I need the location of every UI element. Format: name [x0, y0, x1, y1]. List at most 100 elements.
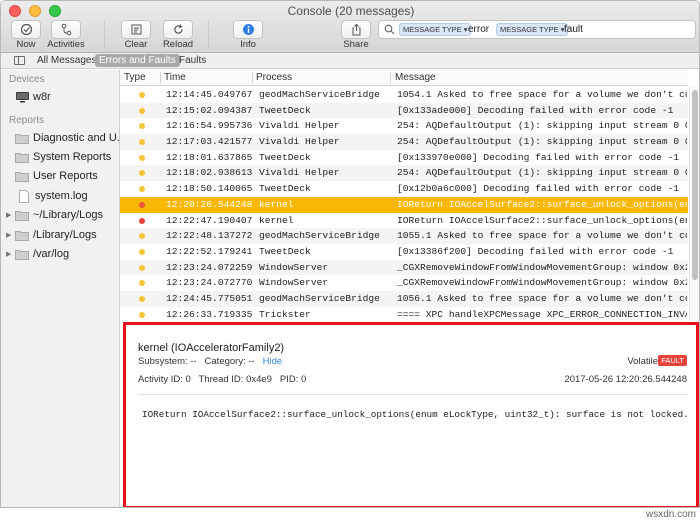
table-row[interactable]: 12:14:45.049767 geodMachServiceBridge 1054…	[120, 87, 688, 103]
cell-time: 12:23:24.072770	[166, 277, 253, 289]
disclosure-triangle-icon[interactable]: ▶	[6, 211, 15, 219]
cell-process: Vivaldi Helper	[259, 167, 340, 179]
sidebar-item-system-log[interactable]: system.log	[1, 187, 119, 205]
cell-time: 12:15:02.094387	[166, 104, 253, 116]
message-list-scrollbar[interactable]	[689, 87, 699, 321]
search-value-fault[interactable]: fault	[564, 24, 583, 35]
table-row[interactable]: 12:24:45.775051 geodMachServiceBridge 1056…	[120, 290, 688, 307]
now-label: Now	[16, 39, 36, 50]
filter-faults[interactable]: Faults	[175, 54, 210, 67]
table-row[interactable]: 12:15:02.094387 TweetDeck [0x133ade000] De…	[120, 102, 688, 119]
cell-message: 254: AQDefaultOutput (1): skipping input…	[397, 120, 687, 132]
hide-link[interactable]: Hide	[263, 356, 283, 367]
table-row[interactable]: 12:17:03.421577 Vivaldi Helper 254: AQDefa…	[120, 134, 688, 150]
sidebar-item-device[interactable]: w8r	[1, 88, 119, 106]
message-type-token[interactable]: MESSAGE TYPE ▾	[496, 23, 569, 36]
cell-time: 12:18:50.140065	[166, 183, 253, 195]
reload-button[interactable]	[163, 20, 193, 39]
cell-message: 254: AQDefaultOutput (1): skipping input…	[397, 136, 687, 148]
detail-message: IOReturn IOAccelSurface2::surface_unlock…	[142, 409, 689, 420]
cell-time: 12:22:48.137272	[166, 230, 253, 242]
cell-message: [0x12b0a6c000] Decoding failed with erro…	[397, 183, 680, 195]
reload-icon	[173, 24, 183, 34]
cell-time: 12:20:26.544248	[166, 198, 253, 210]
file-icon	[19, 189, 29, 203]
table-row[interactable]: 12:18:02.938613 Vivaldi Helper 254: AQDefa…	[120, 165, 688, 182]
clear-button[interactable]	[121, 20, 151, 39]
sidebar-toggle-icon[interactable]	[14, 56, 25, 65]
scrollbar-thumb[interactable]	[692, 90, 698, 280]
cell-time: 12:23:24.072259	[166, 261, 253, 273]
table-row[interactable]: 12:22:52.179241 TweetDeck [0x13386f200] De…	[120, 244, 688, 260]
cell-message: IOReturn IOAccelSurface2::surface_unlock…	[397, 214, 687, 226]
table-row[interactable]: 12:18:50.140065 TweetDeck [0x12b0a6c000] D…	[120, 181, 688, 197]
table-row[interactable]: 12:23:24.072770 WindowServer _CGXRemoveWin…	[120, 275, 688, 291]
info-label: Info	[240, 39, 256, 50]
column-header-type[interactable]: Type	[124, 72, 146, 83]
sidebar-item-user-library-logs[interactable]: ▶ ~/Library/Logs	[1, 206, 119, 224]
table-row[interactable]: 12:26:33.719335 Trickster ==== XPC handleX…	[120, 307, 688, 323]
column-header-process[interactable]: Process	[256, 72, 292, 83]
fault-badge: FAULT	[658, 355, 687, 366]
column-divider[interactable]	[390, 72, 391, 84]
column-header-time[interactable]: Time	[164, 72, 186, 83]
sidebar-item-system-reports[interactable]: System Reports	[1, 148, 119, 166]
cell-message: _CGXRemoveWindowFromWindowMovementGroup:…	[397, 277, 687, 289]
cell-time: 12:14:45.049767	[166, 89, 253, 100]
now-icon	[20, 23, 32, 36]
share-icon	[352, 23, 360, 36]
folder-icon	[15, 133, 29, 144]
search-value-error[interactable]: error	[468, 24, 489, 35]
table-row[interactable]: 12:18:01.637865 TweetDeck [0x133970e000] D…	[120, 150, 688, 166]
message-list: 12:14:45.049767 geodMachServiceBridge 1054…	[120, 87, 688, 322]
sidebar-item-var-log[interactable]: ▶ /var/log	[1, 245, 119, 263]
sidebar-item-label: ~/Library/Logs	[33, 209, 104, 221]
reports-header: Reports	[9, 115, 45, 126]
cell-process: WindowServer	[259, 261, 329, 273]
share-button[interactable]	[341, 20, 371, 39]
sidebar-item-label: system.log	[35, 190, 88, 202]
sidebar-item-label: System Reports	[33, 151, 112, 163]
info-icon	[242, 24, 254, 35]
disclosure-triangle-icon[interactable]: ▶	[6, 250, 15, 258]
activities-button[interactable]	[51, 20, 81, 39]
table-row[interactable]: 12:22:48.137272 geodMachServiceBridge 1055…	[120, 228, 688, 244]
column-divider[interactable]	[252, 72, 253, 84]
sidebar-item-diagnostic[interactable]: Diagnostic and U...	[1, 129, 119, 147]
info-button[interactable]	[233, 20, 263, 39]
table-row[interactable]: 12:22:47.190407 kernel IOReturn IOAccelSur…	[120, 213, 688, 229]
cell-process: WindowServer	[259, 277, 329, 289]
cell-message: 1054.1 Asked to free space for a volume …	[397, 89, 687, 100]
search-field[interactable]: MESSAGE TYPE ▾ error MESSAGE TYPE ▾ faul…	[378, 20, 696, 39]
table-row[interactable]: 12:16:54.995736 Vivaldi Helper 254: AQDefa…	[120, 118, 688, 134]
message-detail-pane: kernel (IOAcceleratorFamily2) Subsystem:…	[123, 322, 699, 507]
column-header-message[interactable]: Message	[395, 72, 436, 83]
filter-errors-and-faults[interactable]: Errors and Faults	[95, 54, 180, 67]
cell-message: IOReturn IOAccelSurface2::surface_unlock…	[397, 198, 687, 210]
error-indicator-icon	[139, 107, 145, 114]
toolbar: Console (20 messages) Now Activities Cle…	[1, 1, 699, 53]
detail-meta-subsystem: Subsystem: -- Category: -- Hide	[138, 356, 282, 367]
computer-icon	[16, 91, 29, 102]
share-label: Share	[343, 39, 369, 50]
table-row[interactable]: 12:20:26.544248 kernel IOReturn IOAccelSur…	[120, 196, 688, 213]
window-title: Console (20 messages)	[287, 4, 415, 18]
error-indicator-icon	[139, 139, 145, 146]
cell-time: 12:16:54.995736	[166, 120, 253, 132]
table-row[interactable]: 12:23:24.072259 WindowServer _CGXRemoveWin…	[120, 259, 688, 276]
column-divider[interactable]	[160, 72, 161, 84]
error-indicator-icon	[139, 170, 145, 177]
filter-all-messages[interactable]: All Messages	[33, 54, 100, 67]
sidebar-item-user-reports[interactable]: User Reports	[1, 167, 119, 185]
message-type-token[interactable]: MESSAGE TYPE ▾	[399, 23, 472, 36]
cell-time: 12:17:03.421577	[166, 136, 253, 148]
cell-time: 12:18:01.637865	[166, 151, 253, 163]
toolbar-separator	[104, 21, 105, 49]
now-button[interactable]	[11, 20, 41, 39]
detail-timestamp: 2017-05-26 12:20:26.544248	[564, 374, 687, 385]
sidebar-item-library-logs[interactable]: ▶ /Library/Logs	[1, 226, 119, 244]
toolbar-separator	[208, 21, 209, 49]
disclosure-triangle-icon[interactable]: ▶	[6, 231, 15, 239]
cell-process: TweetDeck	[259, 104, 311, 116]
cell-process: TweetDeck	[259, 183, 311, 195]
